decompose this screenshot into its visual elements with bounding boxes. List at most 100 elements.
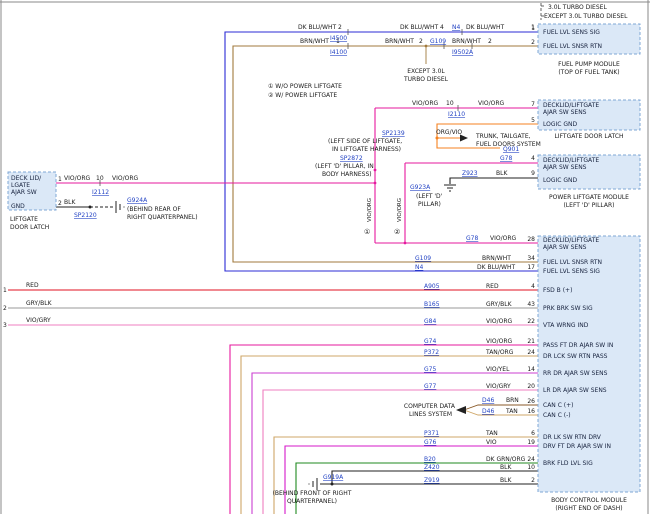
wire-label: DK BLU/WHT [466,24,504,31]
wire-label: GRY/BLK [486,301,513,308]
legend-wo-power-liftgate: ① W/O POWER LIFTGATE [268,83,342,90]
ground-symbol-g923a [444,185,456,191]
bcm-row-label: BRK FLD LVL SIG [543,460,593,467]
leftlatch-label: AJAR SW [11,189,37,196]
pin-number: 17 [527,264,535,271]
fuel-row1-label: FUEL LVL SENS SIG [543,29,600,36]
wire-label: BRN/WHT [385,38,414,45]
fuel-module-title: FUEL PUMP MODULE [558,61,620,68]
wire-label: VIO/ORG [486,338,513,345]
fuel-row2-label: FUEL LVL SNSR RTN [543,43,602,50]
ground-label-g919a: G919A [323,474,344,481]
wire-label: TAN/ORG [485,349,514,356]
pin-number: 14 [527,366,535,373]
wire-label: VIO/ORG [490,235,517,242]
plm-title: POWER LIFTGATE MODULE [549,194,629,201]
wire-label: DK BLU/WHT [477,264,515,271]
wire-label: VIO/ORG [112,175,139,182]
stub-number: 3 [3,322,7,329]
leftlatch-title2: DOOR LATCH [10,224,49,231]
note-turbo-diesel: 3.0L TURBO DIESEL [548,4,607,11]
connector-label: A905 [424,283,440,290]
bcm-row-label: RR DR AJAR SW SENS [543,370,608,377]
ground-note: RIGHT QUARTERPANEL) [127,214,198,221]
wire-number: 2 [419,38,423,45]
bcm-row-label: DR LCK SW RTN PASS [543,353,608,360]
connector-label-z923: Z923 [462,170,478,177]
pin-number: 2 [531,39,535,46]
connector-label: P371 [424,430,439,437]
bcm-row-label: PASS FT DR AJAR SW IN [543,342,613,349]
pin-number: 2 [531,477,535,484]
splice-dot-sp2139 [436,137,439,140]
pin-number: 20 [527,383,535,390]
pin-number: 7 [531,101,535,108]
wire-number: 2 [488,38,492,45]
splice-label-sp2120: SP2120 [74,212,97,219]
plm-subtitle: (LEFT 'D' PILLAR) [563,202,614,209]
splice-dot-brn [425,45,428,48]
wire-label: BLK [500,477,512,484]
connector-label-g109: G109 [430,38,446,45]
bcm-row-label: CAN C (+) [543,402,574,409]
leftlatch-label: DECK LID/ [11,175,42,182]
splice-dot-sp2120 [89,206,92,209]
wire-number: 10 [446,100,454,107]
bcm-row-label: AJAR SW SENS [543,244,587,251]
wire-number: 4 [440,24,444,31]
bcm-row-label: FUEL LVL SNSR RTN [543,259,602,266]
latch-title: LIFTGATE DOOR LATCH [554,133,623,140]
connector-label: B165 [424,301,440,308]
wiring-diagram: 1 FUEL LVL SENS SIG 2 FUEL LVL SNSR RTN … [0,0,650,514]
plm-row1-label: DECKLID/LIFTGATE [543,157,599,164]
wire-label: TAN [485,430,498,437]
connector-label: G76 [424,439,436,446]
pin-number: 21 [527,338,535,345]
arrowhead-can [456,406,466,414]
stub-number: 1 [3,287,7,294]
ground-symbol-g919a [309,478,317,490]
splice-dot-leftlatch [374,182,377,185]
connector-label: D46 [482,408,494,415]
splice-label-sp2139: SP2139 [382,130,405,137]
leftlatch-label-gnd: GND [11,203,25,210]
splice-label-sp2872: SP2872 [340,155,363,162]
wire-label: BLK [500,464,512,471]
connector-label-g78: G78 [500,155,512,162]
pin-number: 5 [531,117,535,124]
connector-label-q901: Q901 [503,146,519,153]
note-except-line2: TURBO DIESEL [403,76,449,83]
note-except-line1: EXCEPT 3.0L [407,68,445,75]
wire-label: RED [486,283,499,290]
connector-label: G75 [424,366,436,373]
ground-note: (BEHIND REAR OF [127,206,181,213]
connector-label: P372 [424,349,439,356]
pin-number: 19 [527,439,535,446]
wire-label: BRN [506,397,519,404]
wire-label: RED [26,282,39,289]
connector-label: G84 [424,318,436,325]
latch-row1-label: DECKLID/LIFTGATE [543,102,599,109]
wire-brn-wht [233,46,538,262]
pin-number: 4 [531,155,535,162]
pin-number: 24 [527,349,535,356]
splice-note: IN LIFTGATE HARNESS) [332,146,401,153]
bcm-row-label: FSD B (+) [543,287,572,294]
pin-number: 9 [531,170,535,177]
connector-label: B20 [424,456,436,463]
plm-row2-label: LOGIC GND [543,177,578,184]
splice-note: BODY HARNESS) [322,171,372,178]
legend-w-power-liftgate: ② W/ POWER LIFTGATE [268,92,337,99]
bcm-row-label: DR LK SW RTN DRV [543,434,602,441]
pin-number: 6 [531,430,535,437]
bcm-row-label: VTA WRNG IND [543,322,589,329]
splice-dot-sp2872 [374,169,377,172]
pin-number: 10 [527,464,535,471]
wire-label-vertical: VIO/ORG [397,198,403,222]
ground-label-g923a: G923A [410,184,431,191]
pin-number: 22 [527,318,535,325]
wire-number: 1 [531,24,535,31]
connector-label-i2112: I2112 [92,189,109,196]
latch-row2-label: LOGIC GND [543,121,578,128]
splice-note: (LEFT SIDE OF LIFTGATE, [328,138,402,145]
